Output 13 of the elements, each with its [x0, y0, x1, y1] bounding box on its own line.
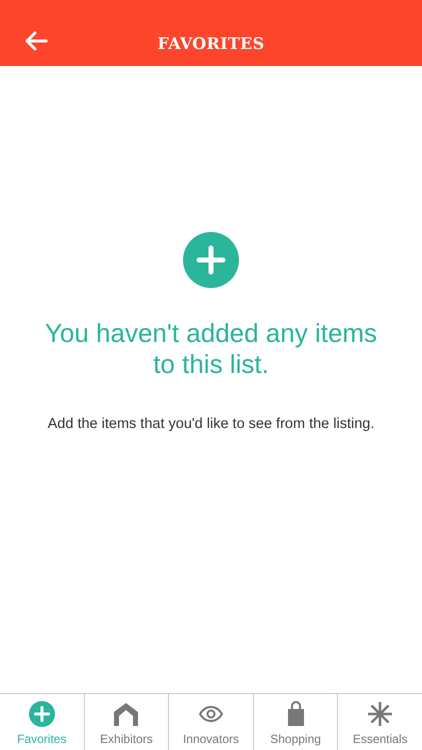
tab[interactable]: Favorites: [0, 694, 84, 750]
back-arrow-icon[interactable]: [24, 31, 48, 51]
tab[interactable]: Innovators: [168, 694, 253, 750]
add-icon[interactable]: [183, 232, 239, 288]
plus-icon: [28, 701, 55, 727]
house-icon: [113, 701, 140, 727]
tab[interactable]: Shopping: [252, 694, 338, 750]
asterisk-icon: [367, 701, 394, 727]
empty-state-headline: You haven't added any items to this list.: [44, 318, 378, 380]
tab[interactable]: Essentials: [337, 694, 422, 750]
tab[interactable]: Exhibitors: [84, 694, 168, 750]
empty-state-message: Add the items that you'd like to see from the listing.: [48, 416, 374, 432]
screen-title: FAVORITES: [158, 34, 264, 52]
